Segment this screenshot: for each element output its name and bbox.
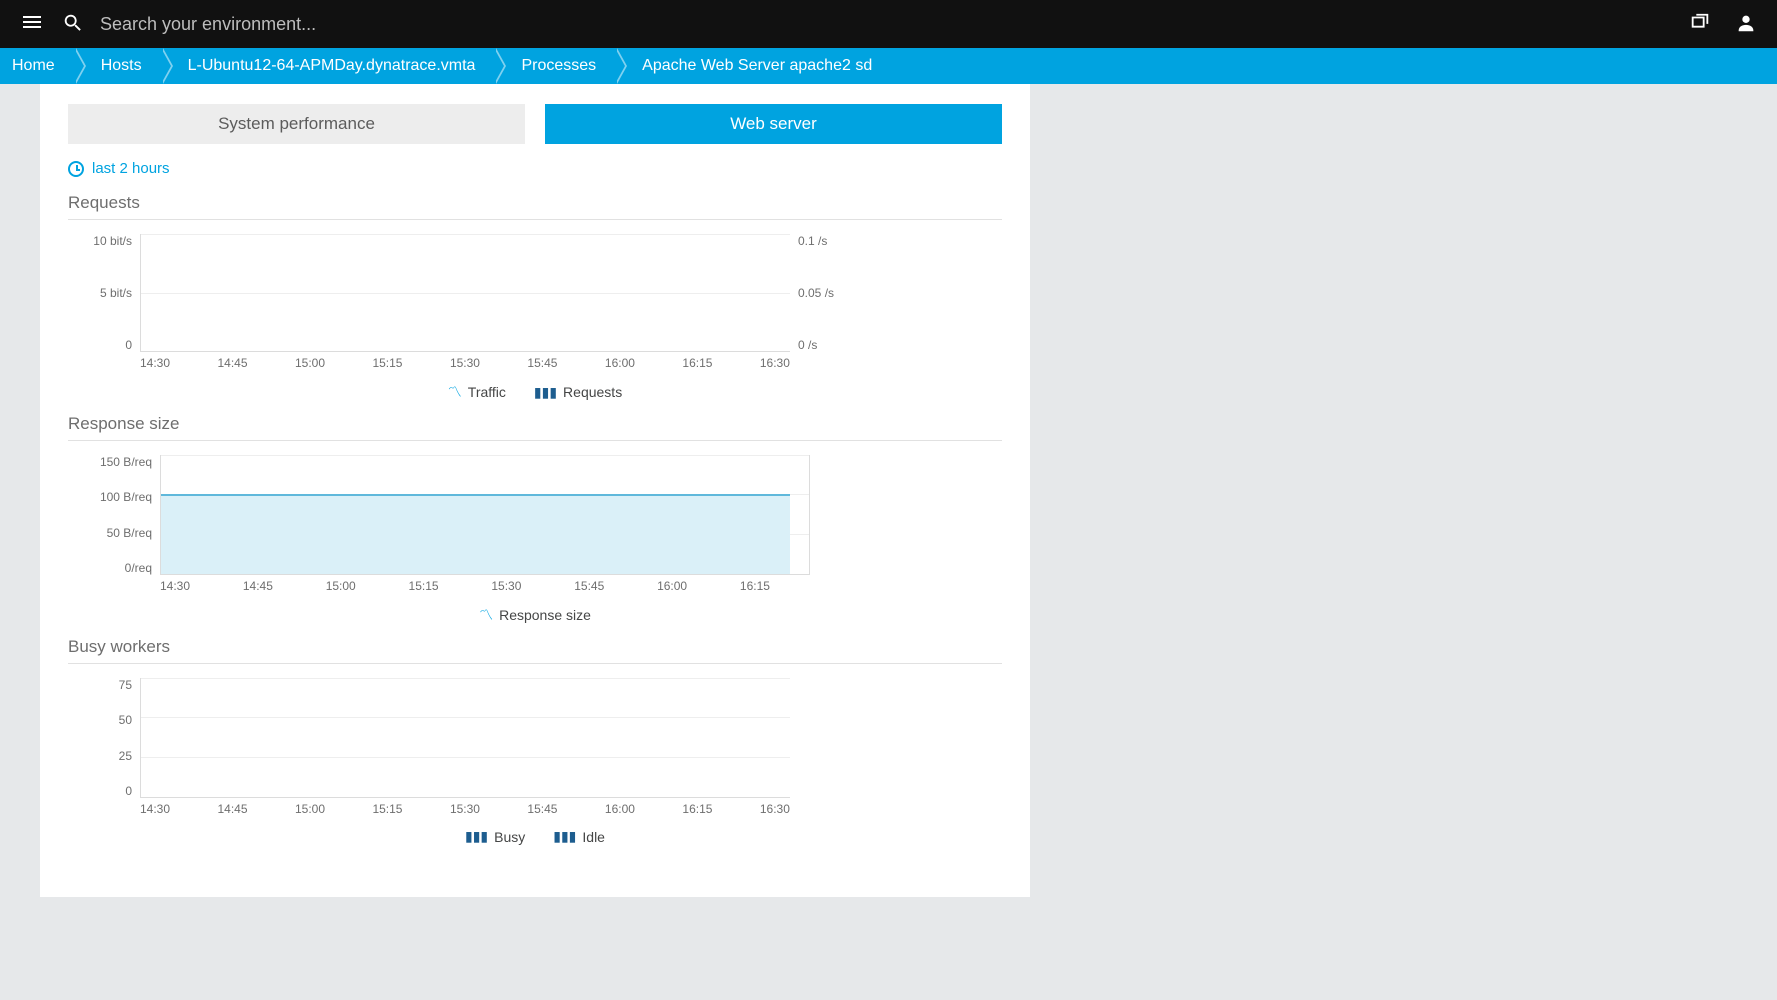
y-tick: 0.05 /s — [798, 286, 834, 300]
y-tick: 0/req — [125, 561, 152, 575]
x-tick: 16:15 — [682, 356, 712, 370]
x-tick: 14:30 — [160, 579, 190, 593]
windows-icon[interactable] — [1689, 12, 1711, 37]
tab-system-performance[interactable]: System performance — [68, 104, 525, 144]
y-tick: 10 bit/s — [93, 234, 132, 248]
x-tick: 15:15 — [372, 802, 402, 816]
bar-chart-icon: ▮▮▮ — [465, 828, 488, 845]
legend-requests: 〽Traffic ▮▮▮Requests — [68, 382, 1002, 402]
section-title-response: Response size — [68, 414, 1002, 434]
plot-area[interactable] — [160, 455, 810, 575]
y-tick: 50 — [119, 713, 132, 727]
x-tick: 15:45 — [527, 356, 557, 370]
breadcrumb-home[interactable]: Home — [0, 48, 75, 84]
search-input[interactable] — [100, 14, 520, 35]
divider — [68, 219, 1002, 220]
breadcrumb-processes[interactable]: Processes — [495, 48, 616, 84]
x-tick: 15:15 — [409, 579, 439, 593]
plot-area[interactable] — [140, 678, 790, 798]
y-tick: 0 — [125, 784, 132, 798]
main-card: System performance Web server last 2 hou… — [40, 84, 1030, 897]
topbar — [0, 0, 1777, 48]
chart-response-size: 150 B/req 100 B/req 50 B/req 0/req 14:30 — [68, 455, 1002, 625]
x-tick: 16:00 — [605, 356, 635, 370]
x-tick: 14:45 — [217, 356, 247, 370]
x-tick: 16:00 — [657, 579, 687, 593]
x-tick: 15:30 — [450, 356, 480, 370]
clock-icon — [68, 161, 84, 177]
y-tick: 100 B/req — [100, 490, 152, 504]
tab-row: System performance Web server — [68, 104, 1002, 144]
x-tick: 14:45 — [243, 579, 273, 593]
legend-item-response-size[interactable]: 〽Response size — [479, 605, 591, 625]
legend-item-idle[interactable]: ▮▮▮Idle — [553, 828, 605, 845]
x-tick: 16:30 — [760, 356, 790, 370]
y-tick: 5 bit/s — [100, 286, 132, 300]
time-range-label: last 2 hours — [92, 160, 170, 177]
x-tick: 15:30 — [491, 579, 521, 593]
user-icon[interactable] — [1735, 12, 1757, 37]
line-chart-icon: 〽 — [448, 382, 462, 402]
x-tick: 15:00 — [295, 802, 325, 816]
x-tick: 15:30 — [450, 802, 480, 816]
breadcrumb-process-name[interactable]: Apache Web Server apache2 sd — [616, 48, 892, 84]
x-tick: 16:30 — [760, 802, 790, 816]
breadcrumb-hosts[interactable]: Hosts — [75, 48, 162, 84]
legend-item-busy[interactable]: ▮▮▮Busy — [465, 828, 525, 845]
y-tick: 50 B/req — [107, 526, 152, 540]
x-tick: 16:15 — [740, 579, 770, 593]
x-tick: 16:00 — [605, 802, 635, 816]
x-tick: 15:45 — [527, 802, 557, 816]
bar-chart-icon: ▮▮▮ — [534, 384, 557, 401]
bar-chart-icon: ▮▮▮ — [553, 828, 576, 845]
line-chart-icon: 〽 — [479, 605, 493, 625]
time-range-selector[interactable]: last 2 hours — [68, 160, 1002, 177]
y-tick: 150 B/req — [100, 455, 152, 469]
tab-web-server[interactable]: Web server — [545, 104, 1002, 144]
x-tick: 15:00 — [326, 579, 356, 593]
y-tick: 0 — [125, 338, 132, 352]
x-tick: 14:30 — [140, 356, 170, 370]
x-tick: 15:00 — [295, 356, 325, 370]
y-tick: 75 — [119, 678, 132, 692]
legend-response: 〽Response size — [68, 605, 1002, 625]
section-title-requests: Requests — [68, 193, 1002, 213]
plot-area[interactable] — [140, 234, 790, 352]
x-tick: 14:45 — [217, 802, 247, 816]
x-tick: 16:15 — [682, 802, 712, 816]
y-tick: 25 — [119, 749, 132, 763]
search-icon[interactable] — [62, 12, 86, 36]
x-tick: 14:30 — [140, 802, 170, 816]
chart-requests: 10 bit/s 5 bit/s 0 14:30 14:45 15:00 15:… — [68, 234, 1002, 402]
breadcrumb: Home Hosts L-Ubuntu12-64-APMDay.dynatrac… — [0, 48, 1777, 84]
y-tick: 0.1 /s — [798, 234, 827, 248]
divider — [68, 440, 1002, 441]
legend-item-traffic[interactable]: 〽Traffic — [448, 382, 506, 402]
breadcrumb-host-name[interactable]: L-Ubuntu12-64-APMDay.dynatrace.vmta — [162, 48, 496, 84]
legend-workers: ▮▮▮Busy ▮▮▮Idle — [68, 828, 1002, 845]
x-tick: 15:15 — [372, 356, 402, 370]
y-tick: 0 /s — [798, 338, 817, 352]
hamburger-menu-icon[interactable] — [20, 10, 48, 38]
section-title-workers: Busy workers — [68, 637, 1002, 657]
divider — [68, 663, 1002, 664]
legend-item-requests[interactable]: ▮▮▮Requests — [534, 382, 622, 402]
x-tick: 15:45 — [574, 579, 604, 593]
chart-busy-workers: 75 50 25 0 14:30 14:45 15:00 — [68, 678, 1002, 845]
